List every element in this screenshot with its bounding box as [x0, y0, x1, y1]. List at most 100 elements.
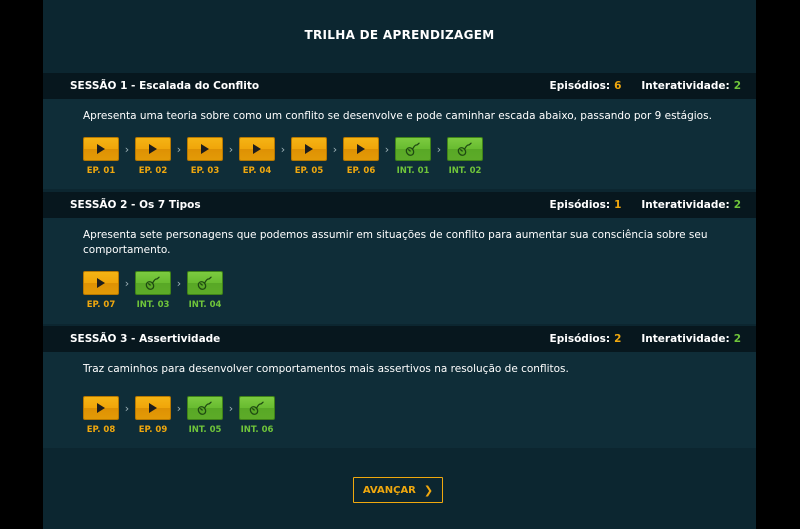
- episode-step[interactable]: EP. 02: [135, 137, 171, 176]
- episode-step[interactable]: EP. 08: [83, 396, 119, 435]
- interactivity-step[interactable]: INT. 06: [239, 396, 275, 435]
- step-label: EP. 03: [190, 166, 220, 176]
- episode-button[interactable]: [83, 396, 119, 420]
- chevron-right-icon: ›: [176, 401, 182, 415]
- interactivity-step[interactable]: INT. 01: [395, 137, 431, 176]
- episode-step[interactable]: EP. 05: [291, 137, 327, 176]
- interactivity-button[interactable]: [187, 271, 223, 295]
- step-label: INT. 02: [448, 166, 482, 176]
- episodes-count: 2: [614, 333, 622, 345]
- mouse-icon: [144, 275, 162, 291]
- episode-step[interactable]: EP. 01: [83, 137, 119, 176]
- play-icon: [149, 403, 157, 413]
- interactivity-count: 2: [733, 333, 741, 345]
- step-label: EP. 05: [294, 166, 324, 176]
- learning-path-panel: TRILHA DE APRENDIZAGEM SESSÃO 1 - Escala…: [43, 0, 756, 529]
- interactivity-count: 2: [733, 80, 741, 92]
- mouse-icon: [196, 275, 214, 291]
- advance-button-label: AVANÇAR: [362, 484, 416, 496]
- session-stats: Episódios: 2 Interatividade: 2: [530, 333, 741, 345]
- chevron-right-icon: ›: [124, 142, 130, 156]
- episode-button[interactable]: [343, 137, 379, 161]
- mouse-icon: [404, 141, 422, 157]
- episode-step[interactable]: EP. 04: [239, 137, 275, 176]
- episode-button[interactable]: [135, 137, 171, 161]
- interactivity-step[interactable]: INT. 02: [447, 137, 483, 176]
- interactivity-count: 2: [733, 199, 741, 211]
- session-stats: Episódios: 1 Interatividade: 2: [530, 199, 741, 211]
- interactivity-step[interactable]: INT. 04: [187, 271, 223, 310]
- mouse-icon: [248, 400, 266, 416]
- step-label: EP. 01: [86, 166, 116, 176]
- step-label: INT. 03: [136, 300, 170, 310]
- episode-button[interactable]: [187, 137, 223, 161]
- episode-button[interactable]: [83, 137, 119, 161]
- episodes-stat: Episódios: 1: [549, 199, 622, 211]
- chevron-right-icon: ›: [332, 142, 338, 156]
- chevron-right-icon: ›: [124, 276, 130, 290]
- chevron-right-icon: ›: [436, 142, 442, 156]
- play-icon: [201, 144, 209, 154]
- interactivity-stat: Interatividade: 2: [641, 199, 741, 211]
- episodes-stat: Episódios: 2: [549, 333, 622, 345]
- episode-button[interactable]: [83, 271, 119, 295]
- step-label: EP. 07: [86, 300, 116, 310]
- advance-button[interactable]: AVANÇAR ❯: [353, 477, 443, 503]
- play-icon: [253, 144, 261, 154]
- interactivity-button[interactable]: [447, 137, 483, 161]
- episode-button[interactable]: [135, 396, 171, 420]
- step-label: INT. 06: [240, 425, 274, 435]
- session-description: Traz caminhos para desenvolver comportam…: [83, 363, 569, 375]
- play-icon: [149, 144, 157, 154]
- mouse-icon: [196, 400, 214, 416]
- chevron-right-icon: ›: [280, 142, 286, 156]
- page-title: TRILHA DE APRENDIZAGEM: [304, 28, 495, 42]
- episode-step[interactable]: EP. 06: [343, 137, 379, 176]
- chevron-right-icon: ›: [228, 401, 234, 415]
- interactivity-step[interactable]: INT. 03: [135, 271, 171, 310]
- episodes-stat: Episódios: 6: [549, 80, 622, 92]
- play-icon: [97, 278, 105, 288]
- interactivity-button[interactable]: [239, 396, 275, 420]
- episodes-count: 6: [614, 80, 622, 92]
- interactivity-button[interactable]: [135, 271, 171, 295]
- episode-step[interactable]: EP. 07: [83, 271, 119, 310]
- chevron-right-icon: ›: [176, 142, 182, 156]
- step-label: EP. 02: [138, 166, 168, 176]
- session-1-header: SESSÃO 1 - Escalada do Conflito Episódio…: [43, 73, 756, 99]
- play-icon: [305, 144, 313, 154]
- step-label: EP. 08: [86, 425, 116, 435]
- session-stats: Episódios: 6 Interatividade: 2: [530, 80, 741, 92]
- step-label: INT. 01: [396, 166, 430, 176]
- session-2-header: SESSÃO 2 - Os 7 Tipos Episódios: 1 Intera…: [43, 192, 756, 218]
- episodes-count: 1: [614, 199, 622, 211]
- chevron-right-icon: ›: [228, 142, 234, 156]
- session-2-track: EP. 07 › INT. 03 › INT. 04: [83, 271, 223, 310]
- step-label: EP. 09: [138, 425, 168, 435]
- session-title: SESSÃO 3 - Assertividade: [70, 333, 221, 345]
- chevron-right-icon: ❯: [423, 483, 434, 497]
- step-label: INT. 04: [188, 300, 222, 310]
- interactivity-button[interactable]: [395, 137, 431, 161]
- session-title: SESSÃO 1 - Escalada do Conflito: [70, 80, 260, 92]
- chevron-right-icon: ›: [176, 276, 182, 290]
- interactivity-stat: Interatividade: 2: [641, 333, 741, 345]
- episode-step[interactable]: EP. 03: [187, 137, 223, 176]
- chevron-right-icon: ›: [384, 142, 390, 156]
- step-label: EP. 04: [242, 166, 272, 176]
- episode-button[interactable]: [291, 137, 327, 161]
- play-icon: [357, 144, 365, 154]
- play-icon: [97, 144, 105, 154]
- play-icon: [97, 403, 105, 413]
- chevron-right-icon: ›: [124, 401, 130, 415]
- session-title: SESSÃO 2 - Os 7 Tipos: [70, 199, 201, 211]
- episode-step[interactable]: EP. 09: [135, 396, 171, 435]
- step-label: INT. 05: [188, 425, 222, 435]
- interactivity-step[interactable]: INT. 05: [187, 396, 223, 435]
- session-3-header: SESSÃO 3 - Assertividade Episódios: 2 Int…: [43, 326, 756, 352]
- session-3-track: EP. 08 › EP. 09 › INT. 05 › INT. 06: [83, 396, 275, 435]
- interactivity-button[interactable]: [187, 396, 223, 420]
- session-1-track: EP. 01 › EP. 02 › EP. 03 › EP. 04 › EP. 05 › EP. 0…: [83, 137, 483, 176]
- step-label: EP. 06: [346, 166, 376, 176]
- episode-button[interactable]: [239, 137, 275, 161]
